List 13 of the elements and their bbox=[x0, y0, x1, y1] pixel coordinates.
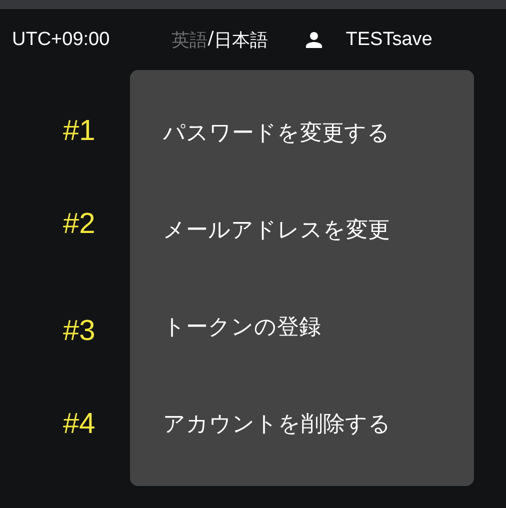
language-option[interactable]: 日本語 bbox=[214, 28, 268, 52]
language-separator: / bbox=[208, 28, 214, 51]
annotation-number: #4 bbox=[63, 408, 96, 441]
menu-item[interactable]: メールアドレスを変更 bbox=[130, 214, 474, 244]
username[interactable]: TESTsave bbox=[346, 29, 432, 51]
timezone-label: UTC+09:00 bbox=[12, 29, 110, 51]
language-option[interactable]: 英語 bbox=[172, 28, 208, 52]
annotation-number: #3 bbox=[63, 315, 96, 348]
menu-item[interactable]: パスワードを変更する bbox=[130, 118, 474, 148]
menu-item[interactable]: トークンの登録 bbox=[130, 312, 474, 342]
annotation-number: #1 bbox=[63, 115, 96, 148]
menu-item[interactable]: アカウントを削除する bbox=[130, 408, 474, 438]
annotation-number: #2 bbox=[63, 208, 96, 241]
